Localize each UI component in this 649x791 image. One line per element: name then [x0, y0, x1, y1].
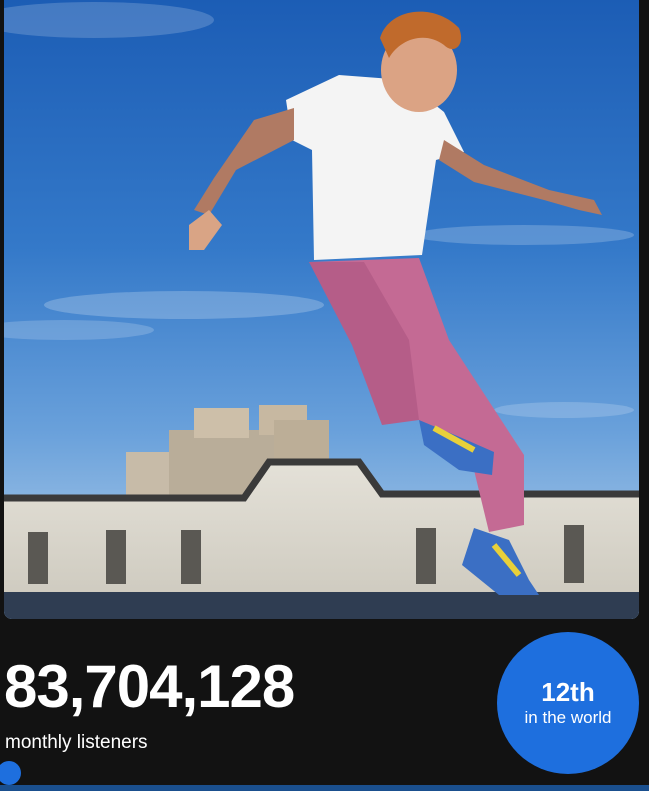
monthly-listeners-count: 83,704,128 — [4, 653, 295, 720]
artist-stats: 83,704,128 monthly listeners 12th in the… — [0, 619, 649, 791]
scroll-progress-thumb[interactable] — [0, 761, 21, 785]
artist-photo[interactable] — [4, 0, 639, 619]
world-rank-value: 12th — [541, 676, 595, 707]
monthly-listeners-label: monthly listeners — [5, 732, 148, 753]
artist-photo-illustration — [4, 0, 639, 619]
scroll-progress-track[interactable] — [0, 785, 649, 791]
artist-about-page: 83,704,128 monthly listeners 12th in the… — [0, 0, 649, 791]
world-rank-badge: 12th in the world — [497, 632, 639, 774]
world-rank-label: in the world — [524, 708, 612, 728]
